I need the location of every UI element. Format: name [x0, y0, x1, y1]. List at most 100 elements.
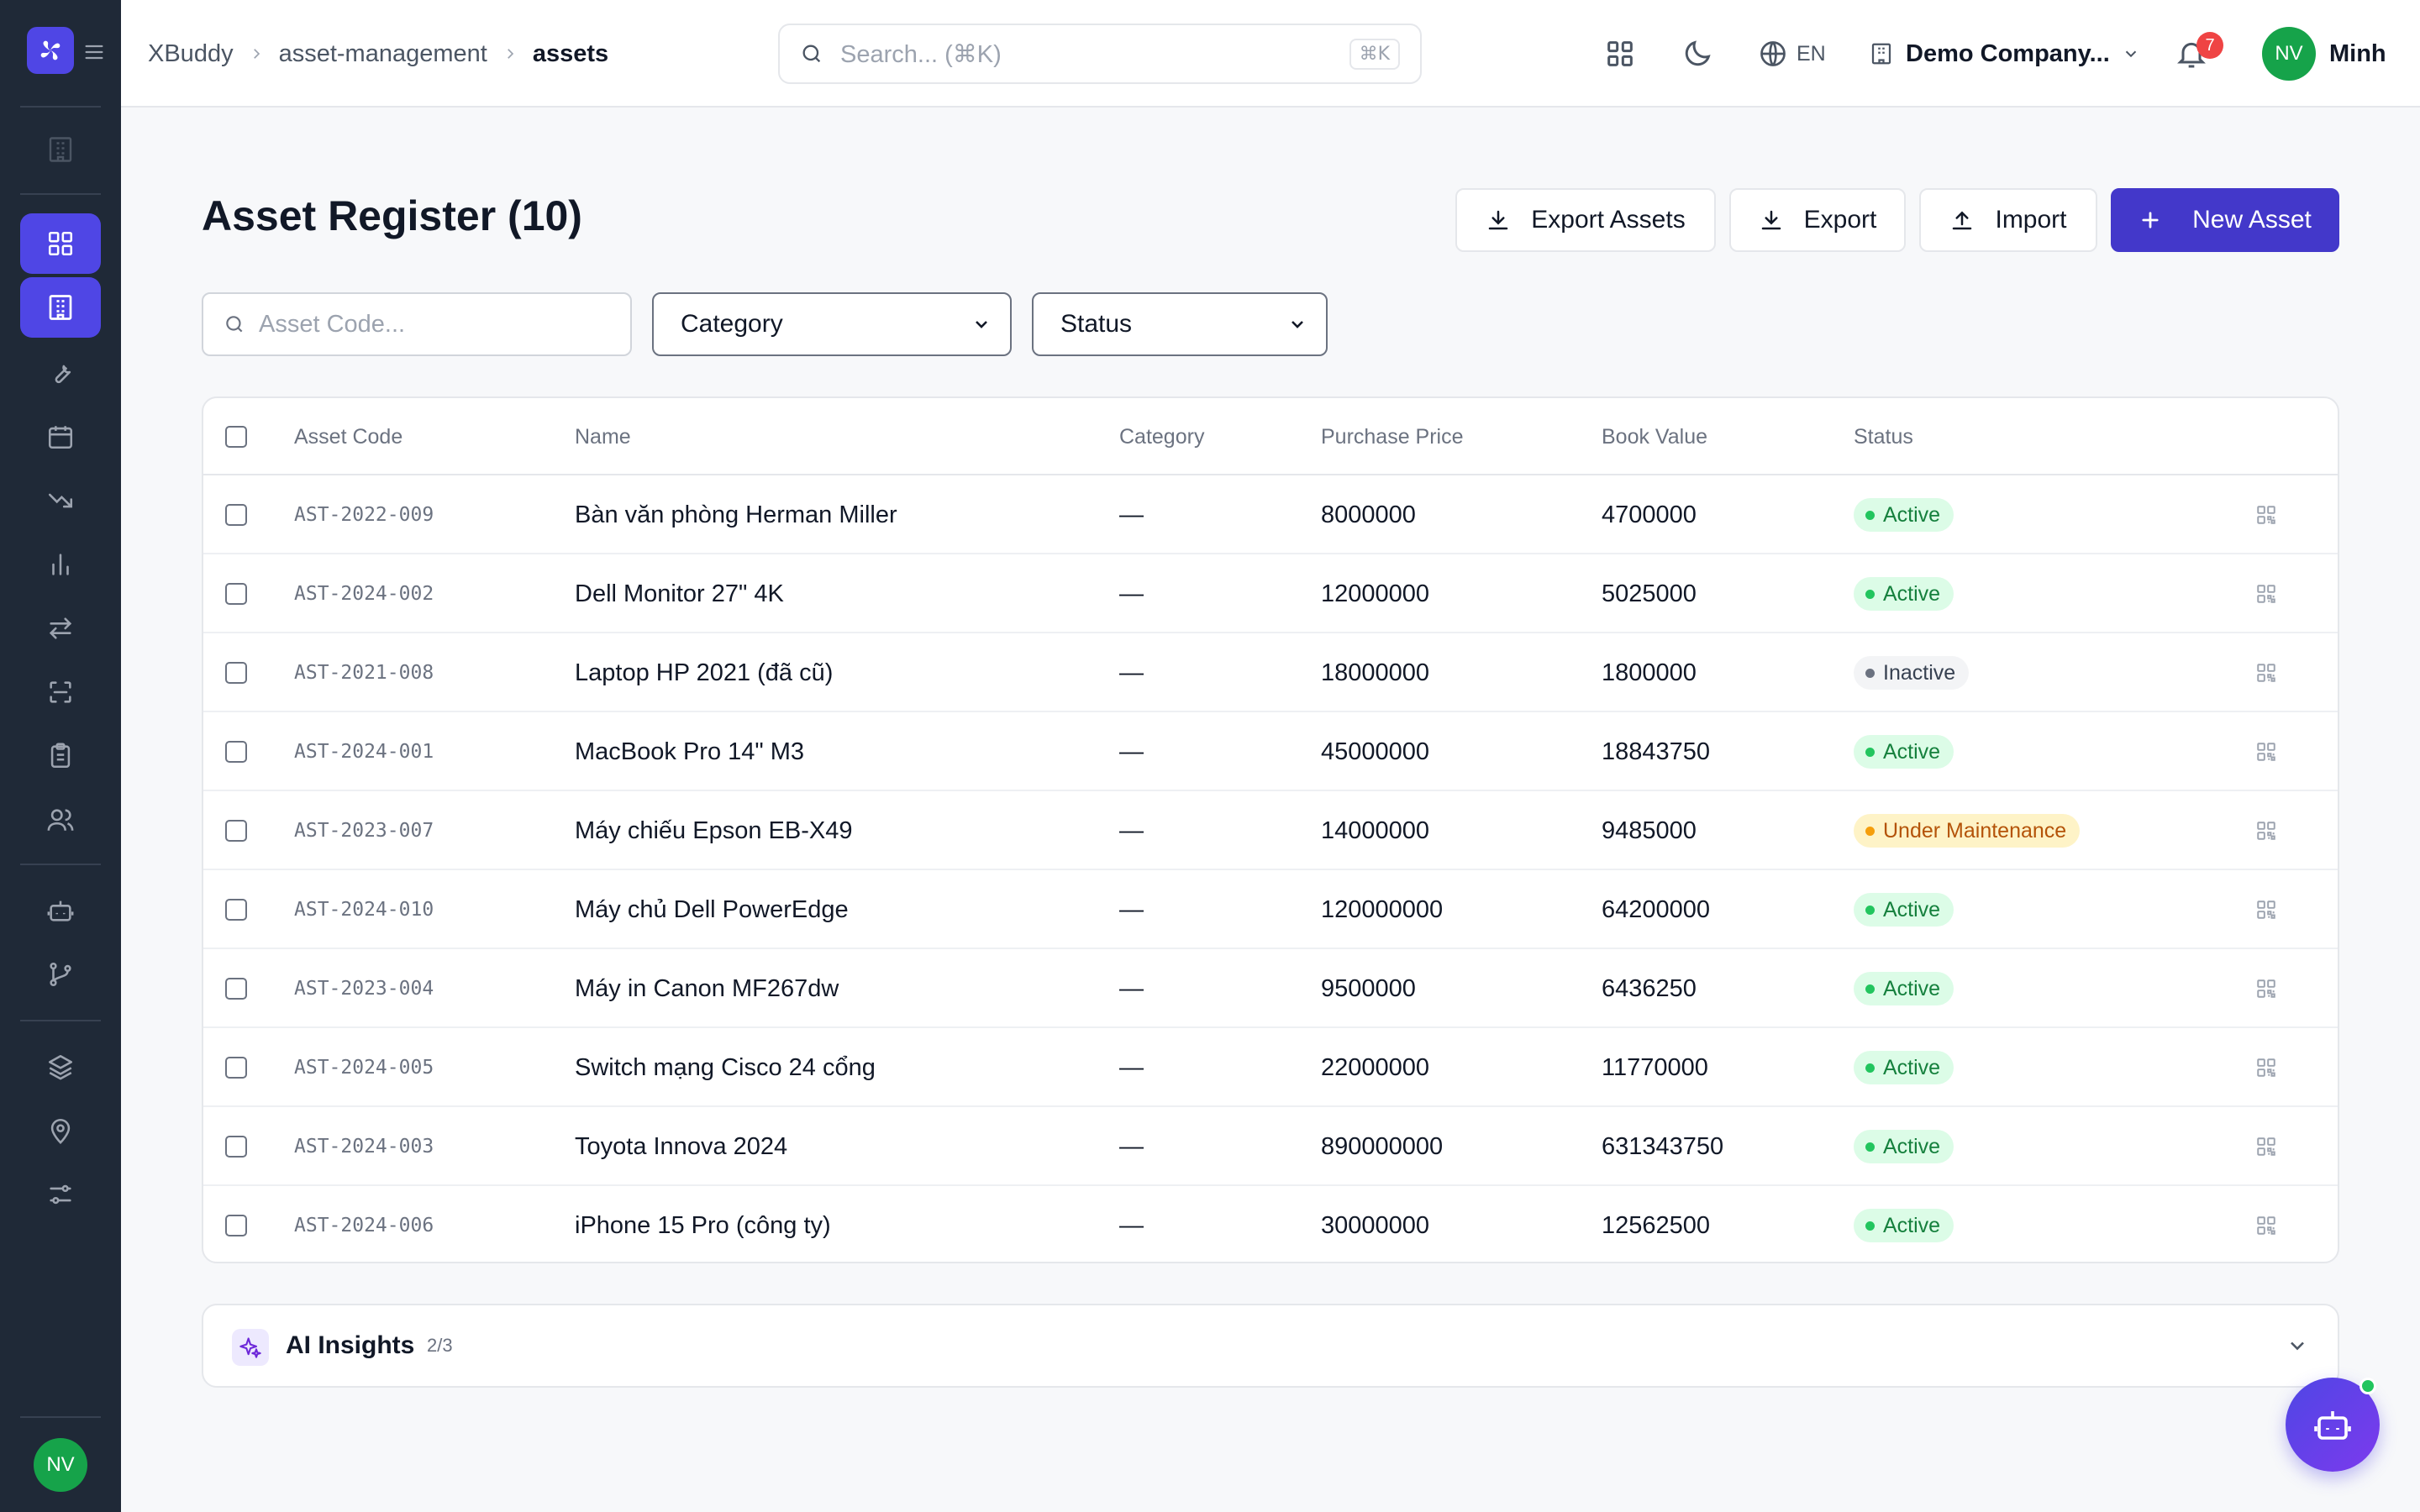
category-cell: —	[1119, 501, 1144, 528]
breadcrumb-root[interactable]: XBuddy	[148, 40, 234, 68]
import-button[interactable]: Import	[1919, 188, 2097, 252]
asset-name-cell[interactable]: Máy chiếu Epson EB-X49	[575, 791, 852, 870]
moon-icon[interactable]	[1681, 37, 1714, 71]
sidebar-item-settings[interactable]	[20, 1164, 101, 1225]
asset-name-cell[interactable]: Laptop HP 2021 (đã cũ)	[575, 633, 833, 712]
export-assets-button[interactable]: Export Assets	[1455, 188, 1716, 252]
asset-name-cell[interactable]: Máy chủ Dell PowerEdge	[575, 870, 849, 949]
sidebar-item-scan[interactable]	[20, 662, 101, 722]
user-name[interactable]: Minh	[2329, 34, 2386, 74]
row-checkbox[interactable]	[225, 1057, 247, 1079]
col-asset-code[interactable]: Asset Code	[294, 398, 402, 475]
app-logo[interactable]	[27, 27, 74, 74]
sidebar-item-maintenance[interactable]	[20, 343, 101, 403]
category-select[interactable]: Category	[652, 292, 1012, 356]
clipboard-icon	[50, 743, 71, 769]
table-row[interactable]: AST-2022-009 Bàn văn phòng Herman Miller —…	[203, 475, 2338, 554]
col-purchase-price[interactable]: Purchase Price	[1321, 398, 1464, 475]
table-row[interactable]: AST-2024-001 MacBook Pro 14" M3 — 45000000 1…	[203, 712, 2338, 791]
sparkles-icon	[232, 1329, 269, 1366]
col-name[interactable]: Name	[575, 398, 631, 475]
row-checkbox[interactable]	[225, 583, 247, 605]
language-switcher[interactable]: EN	[1758, 34, 1826, 74]
sidebar-item-transfers[interactable]	[20, 598, 101, 659]
chevron-down-icon[interactable]	[2286, 1334, 2309, 1357]
sidebar-user-avatar[interactable]: NV	[34, 1438, 87, 1492]
sidebar-item-company[interactable]	[20, 119, 101, 180]
qr-code-icon[interactable]	[2255, 741, 2277, 763]
search-icon	[802, 45, 821, 63]
asset-name-cell[interactable]: Toyota Innova 2024	[575, 1107, 787, 1186]
table-row[interactable]: AST-2024-003 Toyota Innova 2024 — 890000000…	[203, 1107, 2338, 1186]
table-header: Asset Code Name Category Purchase Price …	[203, 398, 2338, 475]
qr-code-icon[interactable]	[2255, 899, 2277, 921]
table-row[interactable]: AST-2024-005 Switch mạng Cisco 24 cổng — 22…	[203, 1028, 2338, 1107]
sidebar-item-calendar[interactable]	[20, 407, 101, 467]
table-row[interactable]: AST-2021-008 Laptop HP 2021 (đã cũ) — 18000…	[203, 633, 2338, 712]
company-switcher[interactable]: Demo Company...	[1869, 34, 2140, 74]
sidebar-item-users[interactable]	[20, 790, 101, 850]
table-row[interactable]: AST-2024-010 Máy chủ Dell PowerEdge — 12000…	[203, 870, 2338, 949]
asset-code-filter[interactable]: Asset Code...	[202, 292, 632, 356]
new-asset-button[interactable]: New Asset	[2111, 188, 2339, 252]
sidebar-item-assets[interactable]	[20, 277, 101, 338]
col-category[interactable]: Category	[1119, 398, 1204, 475]
table-row[interactable]: AST-2024-006 iPhone 15 Pro (công ty) — 3000…	[203, 1186, 2338, 1262]
sidebar-item-categories[interactable]	[20, 1037, 101, 1097]
scan-icon	[50, 681, 71, 703]
qr-code-icon[interactable]	[2255, 583, 2277, 605]
asset-name-cell[interactable]: Dell Monitor 27" 4K	[575, 554, 784, 633]
menu-icon[interactable]	[82, 40, 106, 64]
row-checkbox[interactable]	[225, 820, 247, 842]
asset-name-cell[interactable]: MacBook Pro 14" M3	[575, 712, 804, 791]
sidebar-item-depreciation[interactable]	[20, 470, 101, 531]
status-select-value: Status	[1060, 310, 1133, 338]
asset-name-cell[interactable]: Bàn văn phòng Herman Miller	[575, 475, 897, 554]
qr-code-icon[interactable]	[2255, 978, 2277, 1000]
sidebar-divider	[20, 864, 101, 865]
row-checkbox[interactable]	[225, 504, 247, 526]
asset-name-cell[interactable]: Switch mạng Cisco 24 cổng	[575, 1028, 876, 1107]
ai-insights-panel[interactable]: AI Insights 2/3	[202, 1304, 2339, 1388]
qr-code-icon[interactable]	[2255, 820, 2277, 842]
layers-icon	[48, 1054, 73, 1080]
sidebar-item-workflow[interactable]	[20, 944, 101, 1005]
purchase-price-cell: 12000000	[1321, 580, 1430, 607]
global-search[interactable]: Search... (⌘K) ⌘K	[778, 24, 1422, 84]
col-book-value[interactable]: Book Value	[1602, 398, 1707, 475]
sidebar-item-dashboard[interactable]	[20, 213, 101, 274]
plus-icon	[2142, 212, 2159, 228]
sidebar-item-ai-bot[interactable]	[20, 880, 101, 941]
apps-grid-icon[interactable]	[1603, 37, 1637, 71]
qr-code-icon[interactable]	[2255, 662, 2277, 684]
table-row[interactable]: AST-2023-004 Máy in Canon MF267dw — 9500000…	[203, 949, 2338, 1028]
sidebar-item-inventory[interactable]	[20, 726, 101, 786]
table-row[interactable]: AST-2024-002 Dell Monitor 27" 4K — 12000000…	[203, 554, 2338, 633]
qr-code-icon[interactable]	[2255, 1057, 2277, 1079]
sidebar-item-reports[interactable]	[20, 534, 101, 595]
qr-code-icon[interactable]	[2255, 504, 2277, 526]
qr-code-icon[interactable]	[2255, 1136, 2277, 1158]
asset-name-cell[interactable]: iPhone 15 Pro (công ty)	[575, 1186, 831, 1262]
breadcrumb-module[interactable]: asset-management	[279, 40, 487, 68]
row-checkbox[interactable]	[225, 741, 247, 763]
category-cell: —	[1119, 659, 1144, 686]
row-checkbox[interactable]	[225, 899, 247, 921]
col-status[interactable]: Status	[1854, 398, 1913, 475]
row-checkbox[interactable]	[225, 1136, 247, 1158]
calendar-icon	[48, 426, 73, 449]
qr-code-icon[interactable]	[2255, 1215, 2277, 1236]
user-avatar[interactable]: NV	[2262, 27, 2316, 81]
trending-down-icon	[48, 493, 73, 508]
status-badge: Under Maintenance	[1854, 814, 2081, 848]
row-checkbox[interactable]	[225, 662, 247, 684]
page-title: Asset Register (10)	[202, 192, 582, 239]
status-select[interactable]: Status	[1032, 292, 1328, 356]
row-checkbox[interactable]	[225, 1215, 247, 1236]
select-all-checkbox[interactable]	[225, 426, 247, 448]
sidebar-item-locations[interactable]	[20, 1100, 101, 1161]
table-row[interactable]: AST-2023-007 Máy chiếu Epson EB-X49 — 14000…	[203, 791, 2338, 870]
export-button[interactable]: Export	[1729, 188, 1906, 252]
asset-name-cell[interactable]: Máy in Canon MF267dw	[575, 949, 839, 1028]
row-checkbox[interactable]	[225, 978, 247, 1000]
